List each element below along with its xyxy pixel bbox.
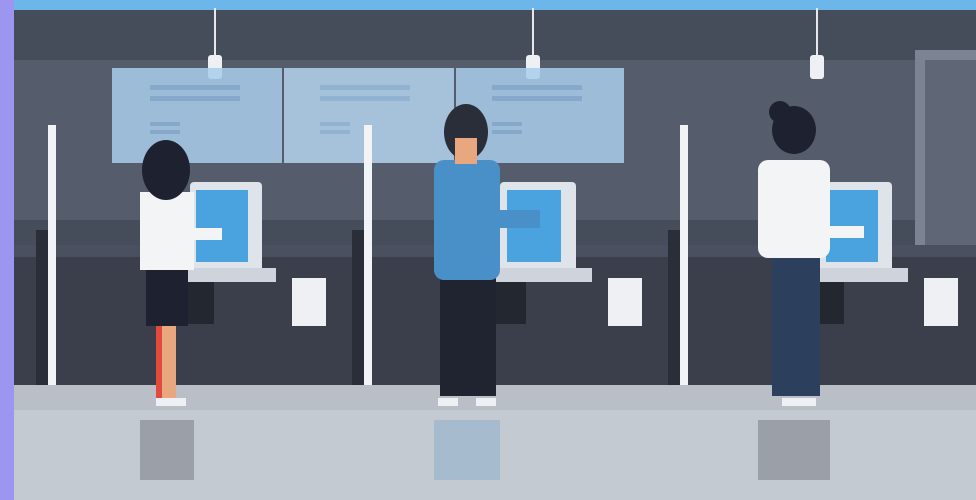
left-frame-strip [0,0,14,500]
back-doorway-inner [925,60,976,250]
ceiling-bar [0,0,976,10]
kiosk-illustration [0,0,976,500]
